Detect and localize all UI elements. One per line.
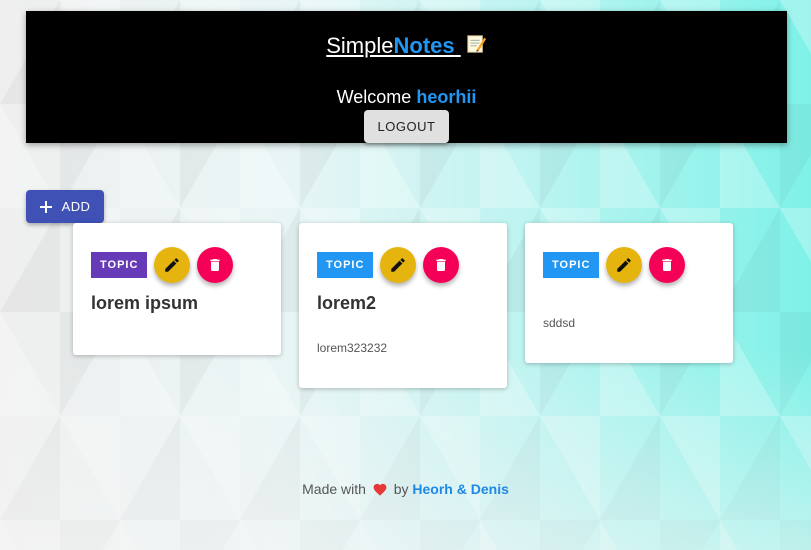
footer-by: by xyxy=(393,481,409,497)
note-card: TOPIC lorem ipsum xyxy=(73,223,281,355)
note-body: sddsd xyxy=(543,316,576,330)
note-title: lorem2 xyxy=(317,293,377,313)
brand-part-notes: Notes xyxy=(393,33,455,58)
edit-button[interactable] xyxy=(154,247,191,283)
add-label: ADD xyxy=(61,199,91,214)
pencil-icon xyxy=(165,258,180,272)
trash-icon xyxy=(210,259,221,271)
heart-icon xyxy=(373,483,387,496)
delete-button[interactable] xyxy=(197,247,234,283)
note-title: lorem ipsum xyxy=(91,293,199,313)
add-note-button[interactable]: ADD xyxy=(26,190,104,223)
trash-icon xyxy=(436,259,447,271)
footer-made-with: Made with xyxy=(302,481,366,497)
topic-badge[interactable]: TOPIC xyxy=(317,252,374,278)
plus-icon xyxy=(39,200,52,213)
logout-button[interactable]: LOGOUT xyxy=(364,110,449,143)
app-header: SimpleNotes Welcome heorhii LOGOUT xyxy=(26,11,787,143)
edit-button[interactable] xyxy=(380,247,417,283)
delete-button[interactable] xyxy=(649,247,686,283)
pencil-icon xyxy=(617,258,632,272)
note-body: lorem323232 xyxy=(317,341,388,355)
edit-button[interactable] xyxy=(606,247,643,283)
trash-icon xyxy=(662,259,673,271)
authors-link[interactable]: Heorh & Denis xyxy=(412,481,508,497)
note-card-actions: TOPIC xyxy=(91,247,234,283)
note-card-actions: TOPIC xyxy=(543,247,686,283)
welcome-label: Welcome xyxy=(336,87,412,107)
welcome-message: Welcome heorhii xyxy=(26,86,787,108)
note-card: TOPIC sddsd xyxy=(525,223,733,363)
topic-badge[interactable]: TOPIC xyxy=(543,252,600,278)
note-card-actions: TOPIC xyxy=(317,247,460,283)
page-footer: Made with by Heorh & Denis xyxy=(0,481,811,497)
note-card: TOPIC lorem2 lorem323232 xyxy=(299,223,507,388)
topic-badge[interactable]: TOPIC xyxy=(91,252,148,278)
brand-title: SimpleNotes xyxy=(26,33,787,59)
memo-icon xyxy=(467,35,486,53)
delete-button[interactable] xyxy=(423,247,460,283)
pencil-icon xyxy=(391,258,406,272)
brand-link[interactable]: SimpleNotes xyxy=(326,33,487,58)
username: heorhii xyxy=(416,87,477,107)
brand-part-simple: Simple xyxy=(326,33,394,58)
